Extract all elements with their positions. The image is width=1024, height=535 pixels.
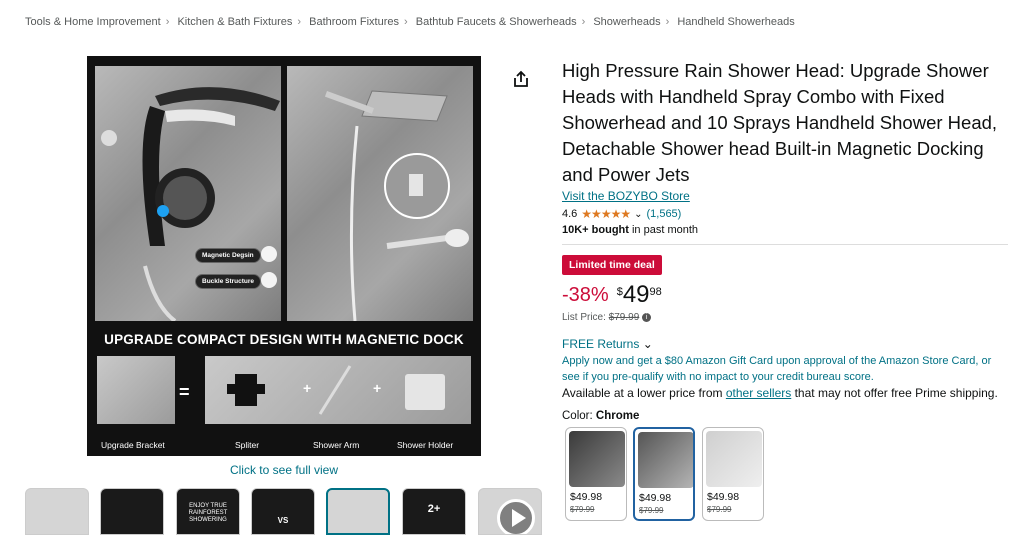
- price-block: -38% $ 49 98: [562, 282, 662, 308]
- caption-shower-arm: Shower Arm: [313, 440, 360, 450]
- breadcrumb-link[interactable]: Tools & Home Improvement: [25, 16, 161, 28]
- breadcrumb-link[interactable]: Bathroom Fixtures: [309, 16, 399, 28]
- video-thumbnail[interactable]: [478, 488, 542, 535]
- thumbnail-text: ENJOY TRUE RAINFOREST SHOWERING: [188, 503, 228, 523]
- equals-sign: =: [179, 382, 190, 402]
- list-price-value: $79.99: [608, 312, 640, 323]
- breadcrumb-link[interactable]: Showerheads: [593, 16, 660, 28]
- more-images-count: 2+: [427, 503, 441, 515]
- free-returns-link[interactable]: FREE Returns ⌄: [562, 337, 653, 351]
- main-product-image[interactable]: Magnetic Degsin Buckle Structure UPGRADE…: [87, 56, 481, 456]
- thumbnail[interactable]: [25, 488, 89, 535]
- color-swatch-nickel[interactable]: $49.98 $79.99: [702, 427, 764, 521]
- price-whole: 49: [622, 281, 650, 308]
- color-swatch-black[interactable]: $49.98 $79.99: [565, 427, 627, 521]
- lower-price-suffix: that may not offer free Prime shipping.: [794, 386, 998, 400]
- lower-price-notice: Available at a lower price from other se…: [562, 386, 998, 400]
- play-icon: [497, 499, 535, 534]
- color-swatch-chrome[interactable]: $49.98 $79.99: [633, 427, 695, 521]
- deal-badge: Limited time deal: [562, 255, 662, 275]
- caption-bracket: Upgrade Bracket: [101, 440, 165, 450]
- swatch-image: [569, 431, 625, 487]
- color-label: Color: Chrome: [562, 410, 639, 422]
- lower-price-prefix: Available at a lower price from: [562, 386, 723, 400]
- divider: [562, 244, 1008, 245]
- swatch-image: [706, 431, 762, 487]
- parts-illustration: [227, 365, 445, 415]
- chevron-down-icon: ⌄: [642, 337, 653, 351]
- list-price-label: List Price:: [562, 312, 606, 323]
- swatch-old-price: $79.99: [570, 505, 595, 514]
- star-rating-icon[interactable]: ★★★★★: [581, 207, 631, 221]
- thumbnail[interactable]: ENJOY TRUE RAINFOREST SHOWERING: [176, 488, 240, 535]
- bought-in-past-month: 10K+ bought in past month: [562, 224, 698, 236]
- free-returns-label: FREE Returns: [562, 337, 640, 351]
- caption-shower-holder: Shower Holder: [397, 440, 454, 450]
- image-banner: UPGRADE COMPACT DESIGN WITH MAGNETIC DOC…: [104, 332, 464, 347]
- list-price: List Price: $79.99 i: [562, 312, 652, 323]
- image-panel-right: [287, 66, 473, 322]
- thumbnail-text: VS: [277, 516, 289, 525]
- review-count-link[interactable]: (1,565): [646, 208, 681, 220]
- parts-tile: + +: [205, 356, 471, 424]
- other-sellers-link[interactable]: other sellers: [726, 386, 791, 400]
- info-icon[interactable]: i: [642, 312, 652, 322]
- swatch-price: $49.98: [707, 491, 740, 503]
- click-full-view-link[interactable]: Click to see full view: [0, 463, 568, 477]
- breadcrumb-separator: ›: [404, 16, 408, 28]
- magnet-icon: [261, 246, 277, 262]
- store-link[interactable]: Visit the BOZYBO Store: [562, 189, 690, 203]
- breadcrumb-separator: ›: [665, 16, 670, 28]
- breadcrumb-link[interactable]: Kitchen & Bath Fixtures: [177, 16, 292, 28]
- swatch-image: [638, 432, 693, 488]
- breadcrumb-separator: ›: [165, 16, 170, 28]
- thumbnail[interactable]: VS: [251, 488, 315, 535]
- thumbnail-selected[interactable]: [326, 488, 390, 535]
- product-title: High Pressure Rain Shower Head: Upgrade …: [562, 60, 998, 185]
- color-value: Chrome: [595, 410, 640, 422]
- bracket-tile: [97, 356, 175, 424]
- color-label-key: Color:: [562, 410, 593, 422]
- thumbnail[interactable]: 2+: [402, 488, 466, 535]
- breadcrumb-link[interactable]: Bathtub Faucets & Showerheads: [416, 16, 577, 28]
- breadcrumb-separator: ›: [297, 16, 302, 28]
- image-panel-left: Magnetic Degsin Buckle Structure: [95, 66, 281, 323]
- rating-row[interactable]: 4.6 ★★★★★ ⌄ (1,565): [562, 207, 681, 221]
- chevron-down-icon[interactable]: ⌄: [634, 209, 642, 220]
- swatch-price: $49.98: [570, 491, 603, 503]
- magnetic-design-tag: Magnetic Degsin: [195, 248, 261, 263]
- thumbnail[interactable]: [100, 488, 164, 535]
- bought-suffix: in past month: [631, 224, 699, 236]
- breadcrumb-separator: ›: [581, 16, 586, 28]
- plus-sign: +: [303, 380, 312, 396]
- share-icon[interactable]: [512, 70, 530, 88]
- swatch-old-price: $79.99: [707, 505, 732, 514]
- buckle-structure-tag: Buckle Structure: [195, 274, 262, 289]
- plus-sign: +: [373, 380, 382, 396]
- price-fraction: 98: [649, 286, 662, 298]
- bought-count: 10K+ bought: [562, 224, 629, 236]
- breadcrumb: Tools & Home Improvement › Kitchen & Bath…: [25, 16, 795, 28]
- swatch-old-price: $79.99: [639, 506, 664, 515]
- swatch-price: $49.98: [639, 492, 672, 504]
- discount-percentage: -38%: [562, 284, 609, 306]
- buckle-icon: [261, 272, 277, 288]
- shower-installed-illustration: [324, 90, 469, 322]
- breadcrumb-link[interactable]: Handheld Showerheads: [677, 16, 794, 28]
- caption-spliter: Spliter: [235, 440, 260, 450]
- store-card-offer-link[interactable]: Apply now and get a $80 Amazon Gift Card…: [562, 353, 1012, 385]
- rating-value: 4.6: [562, 208, 578, 220]
